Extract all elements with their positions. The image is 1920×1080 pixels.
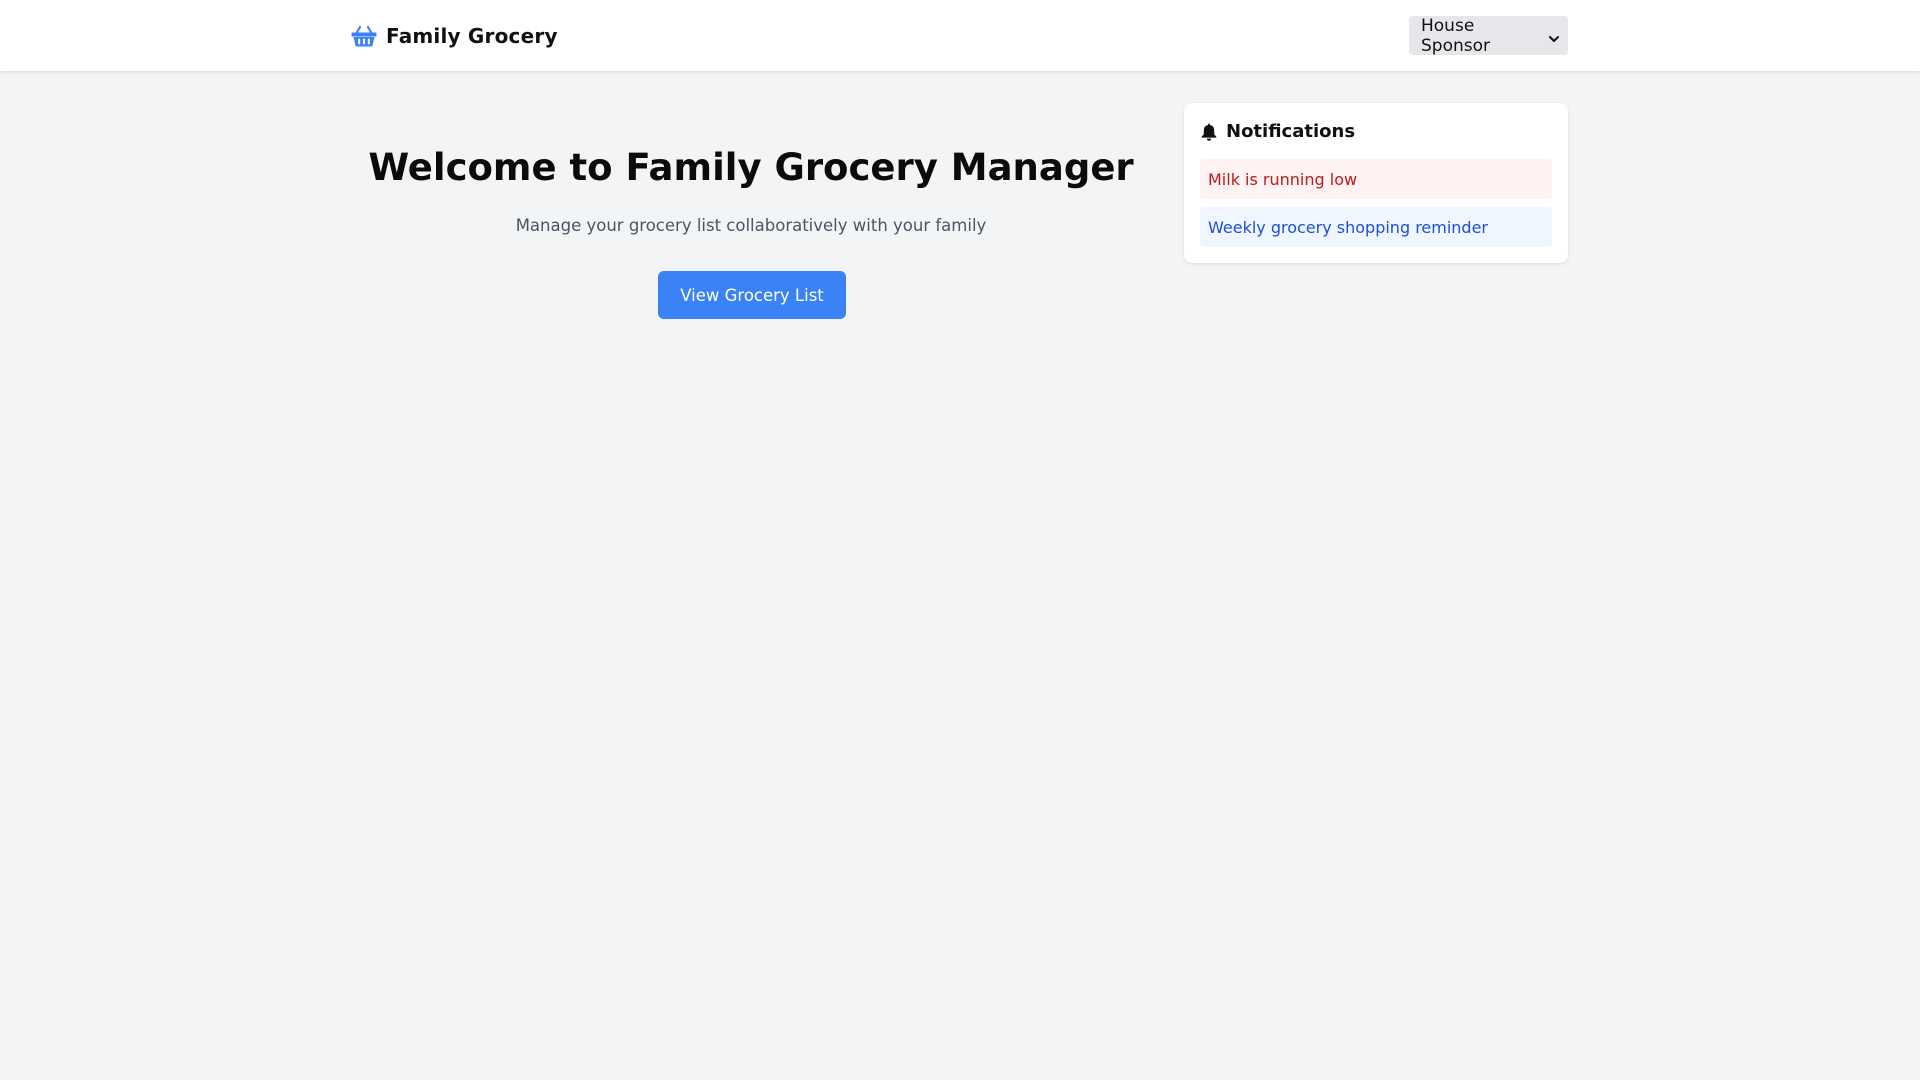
notification-text: Milk is running low [1208, 169, 1358, 189]
notifications-panel: Notifications Milk is running low Weekly… [1184, 103, 1568, 263]
brand[interactable]: Family Grocery [351, 22, 558, 50]
notification-item: Milk is running low [1200, 159, 1552, 199]
bell-icon [1200, 122, 1218, 141]
notifications-header: Notifications [1200, 121, 1355, 142]
brand-name: Family Grocery [386, 24, 558, 48]
notifications-title: Notifications [1226, 121, 1356, 142]
view-grocery-list-button[interactable]: View Grocery List [658, 271, 846, 319]
role-select[interactable]: House Sponsor [1409, 15, 1568, 56]
page-title: Welcome to Family Grocery Manager [368, 146, 1134, 189]
chevron-down-icon [1548, 30, 1560, 42]
notification-text: Weekly grocery shopping reminder [1208, 217, 1489, 237]
role-select-value: House Sponsor [1421, 15, 1491, 56]
top-navbar: Family Grocery House Sponsor [0, 0, 1920, 71]
page-subtitle: Manage your grocery list collaboratively… [515, 216, 987, 235]
notification-item: Weekly grocery shopping reminder [1200, 207, 1552, 247]
basket-icon [351, 25, 377, 47]
